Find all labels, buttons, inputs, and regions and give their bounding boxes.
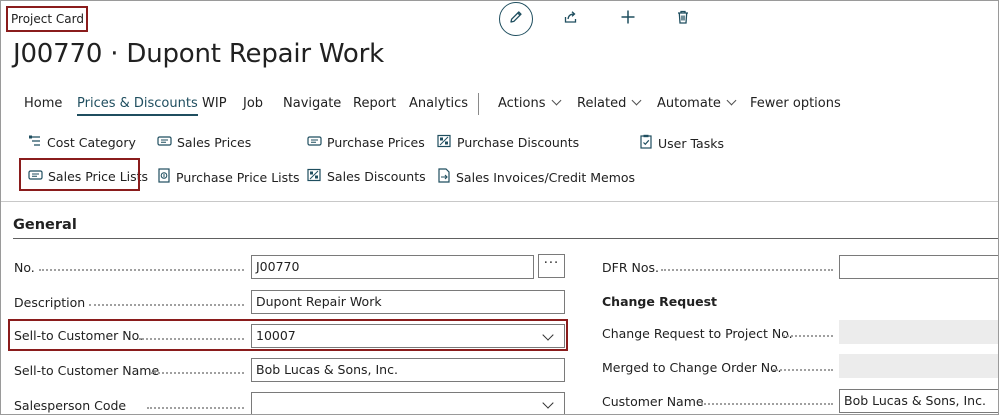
salesperson-code-label: Salesperson Code xyxy=(14,398,127,413)
action-purchase-price-lists[interactable]: Purchase Price Lists xyxy=(157,168,300,186)
menu-report[interactable]: Report xyxy=(353,96,396,111)
plus-icon xyxy=(620,9,636,29)
no-field[interactable]: J00770 xyxy=(251,255,534,279)
section-underline xyxy=(13,238,998,239)
action-sales-price-lists-label: Sales Price Lists xyxy=(48,169,149,184)
leader-dots xyxy=(139,338,244,340)
trash-icon xyxy=(675,9,691,29)
merged-to-change-order-no-field xyxy=(839,354,998,378)
change-request-to-project-no-field xyxy=(839,320,998,344)
action-cost-category-label: Cost Category xyxy=(47,135,136,150)
price-list-icon xyxy=(157,134,177,151)
menu-navigate[interactable]: Navigate xyxy=(283,96,341,111)
action-user-tasks[interactable]: User Tasks xyxy=(639,134,724,152)
action-purchase-discounts-label: Purchase Discounts xyxy=(457,135,580,150)
menu-related-label: Related xyxy=(577,96,627,111)
leader-dots xyxy=(783,335,833,337)
customer-name-field[interactable]: Bob Lucas & Sons, Inc. xyxy=(839,389,998,413)
chevron-down-icon xyxy=(551,95,561,106)
action-area-divider xyxy=(1,201,998,202)
page-title: J00770 · Dupont Repair Work xyxy=(13,39,384,69)
action-sales-prices-label: Sales Prices xyxy=(177,135,252,150)
leader-dots xyxy=(773,369,833,371)
chevron-down-icon xyxy=(542,329,554,341)
leader-dots xyxy=(661,269,833,271)
dfr-nos-field[interactable] xyxy=(839,255,998,279)
dfr-nos-label: DFR Nos. xyxy=(602,260,659,275)
chevron-down-icon xyxy=(542,397,554,409)
section-title-general: General xyxy=(13,217,77,233)
leader-dots xyxy=(151,372,244,374)
leader-dots xyxy=(147,407,244,409)
action-sales-prices[interactable]: Sales Prices xyxy=(157,134,251,151)
share-button[interactable] xyxy=(559,7,583,31)
document-arrow-icon xyxy=(437,168,456,186)
chevron-down-icon xyxy=(631,95,642,106)
leader-dots xyxy=(39,269,244,271)
page-type-label: Project Card xyxy=(11,12,84,26)
action-purchase-prices[interactable]: Purchase Prices xyxy=(307,134,425,151)
menu-related[interactable]: Related xyxy=(577,95,642,111)
action-purchase-price-lists-label: Purchase Price Lists xyxy=(176,169,300,185)
action-cost-category[interactable]: Cost Category xyxy=(28,134,136,151)
edit-button[interactable] xyxy=(499,2,533,36)
new-button[interactable] xyxy=(616,7,640,31)
menu-actions-label: Actions xyxy=(498,96,546,111)
action-sales-invoices-label: Sales Invoices/Credit Memos xyxy=(456,169,636,185)
share-icon xyxy=(563,9,579,29)
discount-icon xyxy=(437,134,457,151)
menu-analytics[interactable]: Analytics xyxy=(409,96,468,111)
assist-edit-button[interactable]: ··· xyxy=(538,254,565,278)
price-list-icon xyxy=(307,134,327,151)
sell-to-customer-no-label: Sell-to Customer No. xyxy=(14,328,144,343)
action-sales-price-lists[interactable]: Sales Price Lists xyxy=(28,168,148,185)
menu-prices-discounts[interactable]: Prices & Discounts xyxy=(77,96,198,116)
menu-actions[interactable]: Actions xyxy=(498,95,561,111)
cost-category-icon xyxy=(28,134,47,151)
salesperson-code-select[interactable] xyxy=(251,392,565,414)
delete-button[interactable] xyxy=(671,7,695,31)
description-label: Description xyxy=(14,295,86,310)
description-field[interactable]: Dupont Repair Work xyxy=(251,290,565,314)
sell-to-customer-no-select[interactable]: 10007 xyxy=(251,324,565,348)
sell-to-customer-name-label: Sell-to Customer Name xyxy=(14,363,160,378)
page-frame: Project Card J00770 · Dupont Repair Work… xyxy=(0,0,999,415)
customer-name-label: Customer Name xyxy=(602,394,704,409)
price-document-icon xyxy=(157,168,176,186)
sell-to-customer-name-field[interactable]: Bob Lucas & Sons, Inc. xyxy=(251,358,565,382)
price-list-icon xyxy=(28,168,48,185)
sell-to-customer-no-value: 10007 xyxy=(256,328,296,343)
action-user-tasks-label: User Tasks xyxy=(658,135,724,151)
menu-automate-label: Automate xyxy=(657,96,721,111)
action-sales-invoices-credit-memos[interactable]: Sales Invoices/Credit Memos xyxy=(437,168,635,186)
menu-fewer-options[interactable]: Fewer options xyxy=(750,96,841,111)
leader-dots xyxy=(701,403,833,405)
menu-home[interactable]: Home xyxy=(24,96,62,111)
change-request-heading: Change Request xyxy=(602,294,718,309)
chevron-down-icon xyxy=(726,95,737,106)
action-purchase-prices-label: Purchase Prices xyxy=(327,135,425,150)
action-menu-bar: Home Prices & Discounts WIP Job Navigate… xyxy=(1,93,998,116)
task-clipboard-icon xyxy=(639,134,658,152)
menu-wip[interactable]: WIP xyxy=(202,96,227,111)
no-label: No. xyxy=(14,260,35,275)
change-request-to-project-no-label: Change Request to Project No. xyxy=(602,326,793,341)
action-purchase-discounts[interactable]: Purchase Discounts xyxy=(437,134,579,151)
action-sales-discounts-label: Sales Discounts xyxy=(327,169,426,184)
menu-job[interactable]: Job xyxy=(243,96,263,111)
leader-dots xyxy=(89,304,244,306)
merged-to-change-order-no-label: Merged to Change Order No. xyxy=(602,360,782,375)
discount-icon xyxy=(307,168,327,185)
pencil-icon xyxy=(508,9,524,29)
action-sales-discounts[interactable]: Sales Discounts xyxy=(307,168,426,185)
menu-separator xyxy=(478,93,479,115)
menu-automate[interactable]: Automate xyxy=(657,95,737,111)
